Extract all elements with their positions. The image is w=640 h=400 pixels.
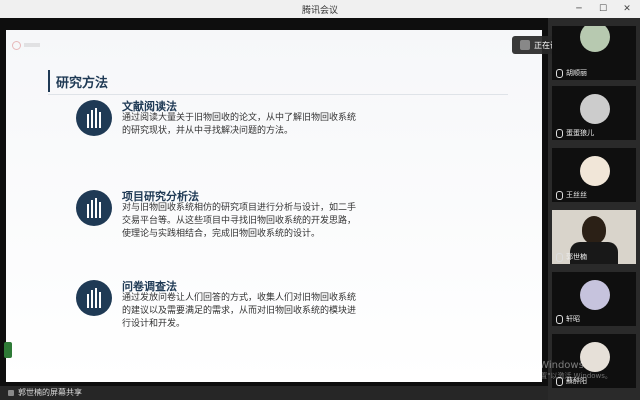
screen-share-bar: 郭世楠的屏幕共享 xyxy=(0,386,548,400)
screen-share-indicator[interactable]: 郭世楠的屏幕共享 xyxy=(8,387,82,398)
section-text: 通过发放问卷让人们回答的方式，收集人们对旧物回收系统的建议以及需要满足的需求，从… xyxy=(122,293,357,329)
microphone-icon xyxy=(556,190,563,200)
microphone-icon xyxy=(556,128,563,138)
participant-tile[interactable]: 胡顺丽 xyxy=(552,26,636,80)
minimize-icon[interactable]: ─ xyxy=(570,2,588,16)
bars-icon xyxy=(76,280,112,316)
participant-name: 轩昭 xyxy=(566,315,580,323)
screen-share-label: 郭世楠的屏幕共享 xyxy=(18,388,82,397)
participant-tile[interactable]: 王丝丝 xyxy=(552,148,636,202)
maximize-icon[interactable]: ☐ xyxy=(594,2,612,16)
slide-logo-icon xyxy=(12,40,42,50)
side-toolbar-handle[interactable] xyxy=(4,342,12,358)
windows-activation-watermark: 激活 Windows 转到"设置"以激活 Windows。 xyxy=(516,356,612,381)
microphone-icon xyxy=(556,252,563,262)
avatar xyxy=(520,40,530,50)
section-text: 通过阅读大量关于旧物回收的论文，从中了解旧物回收系统的研究现状，并从中寻找解决问… xyxy=(122,113,357,136)
participant-label: 王丝丝 xyxy=(556,190,587,200)
presentation-slide: 研究方法 文献阅读法 通过阅读大量关于旧物回收的论文，从中了解旧物回收系统的研究… xyxy=(6,30,542,382)
participant-label: 胡顺丽 xyxy=(556,68,587,78)
window-controls: ─ ☐ ✕ xyxy=(564,2,636,16)
participant-name: 郭世楠 xyxy=(566,253,587,261)
participant-name: 王丝丝 xyxy=(566,191,587,199)
window-title: 腾讯会议 xyxy=(301,6,338,16)
participant-label: 蛋蛋狼儿 xyxy=(556,128,594,138)
slide-header: 研究方法 xyxy=(48,70,108,92)
divider xyxy=(48,94,508,95)
avatar xyxy=(580,156,610,186)
avatar xyxy=(580,280,610,310)
participant-video-tile[interactable]: 郭世楠 xyxy=(552,210,636,264)
window-titlebar: 腾讯会议 ─ ☐ ✕ xyxy=(0,0,640,19)
close-icon[interactable]: ✕ xyxy=(618,2,636,16)
participant-name: 胡顺丽 xyxy=(566,69,587,77)
watermark-subtitle: 转到"设置"以激活 Windows。 xyxy=(516,372,612,380)
participant-tile[interactable]: 蛋蛋狼儿 xyxy=(552,86,636,140)
microphone-icon xyxy=(556,314,563,324)
microphone-icon xyxy=(556,68,563,78)
avatar xyxy=(580,26,610,52)
participant-label: 郭世楠 xyxy=(556,252,587,262)
participant-tile[interactable]: 轩昭 xyxy=(552,272,636,326)
slide-title: 研究方法 xyxy=(56,75,109,91)
screen-share-icon xyxy=(8,389,14,396)
participant-name: 蛋蛋狼儿 xyxy=(566,129,594,137)
video-feed xyxy=(582,216,606,244)
shared-screen: 研究方法 文献阅读法 通过阅读大量关于旧物回收的论文，从中了解旧物回收系统的研究… xyxy=(0,18,548,388)
bars-icon xyxy=(76,190,112,226)
participant-label: 轩昭 xyxy=(556,314,580,324)
bars-icon xyxy=(76,100,112,136)
avatar xyxy=(580,94,610,124)
watermark-title: 激活 Windows xyxy=(516,360,584,371)
section-text: 对与旧物回收系统相仿的研究项目进行分析与设计，如二手交易平台等。从这些项目中寻找… xyxy=(122,203,357,239)
